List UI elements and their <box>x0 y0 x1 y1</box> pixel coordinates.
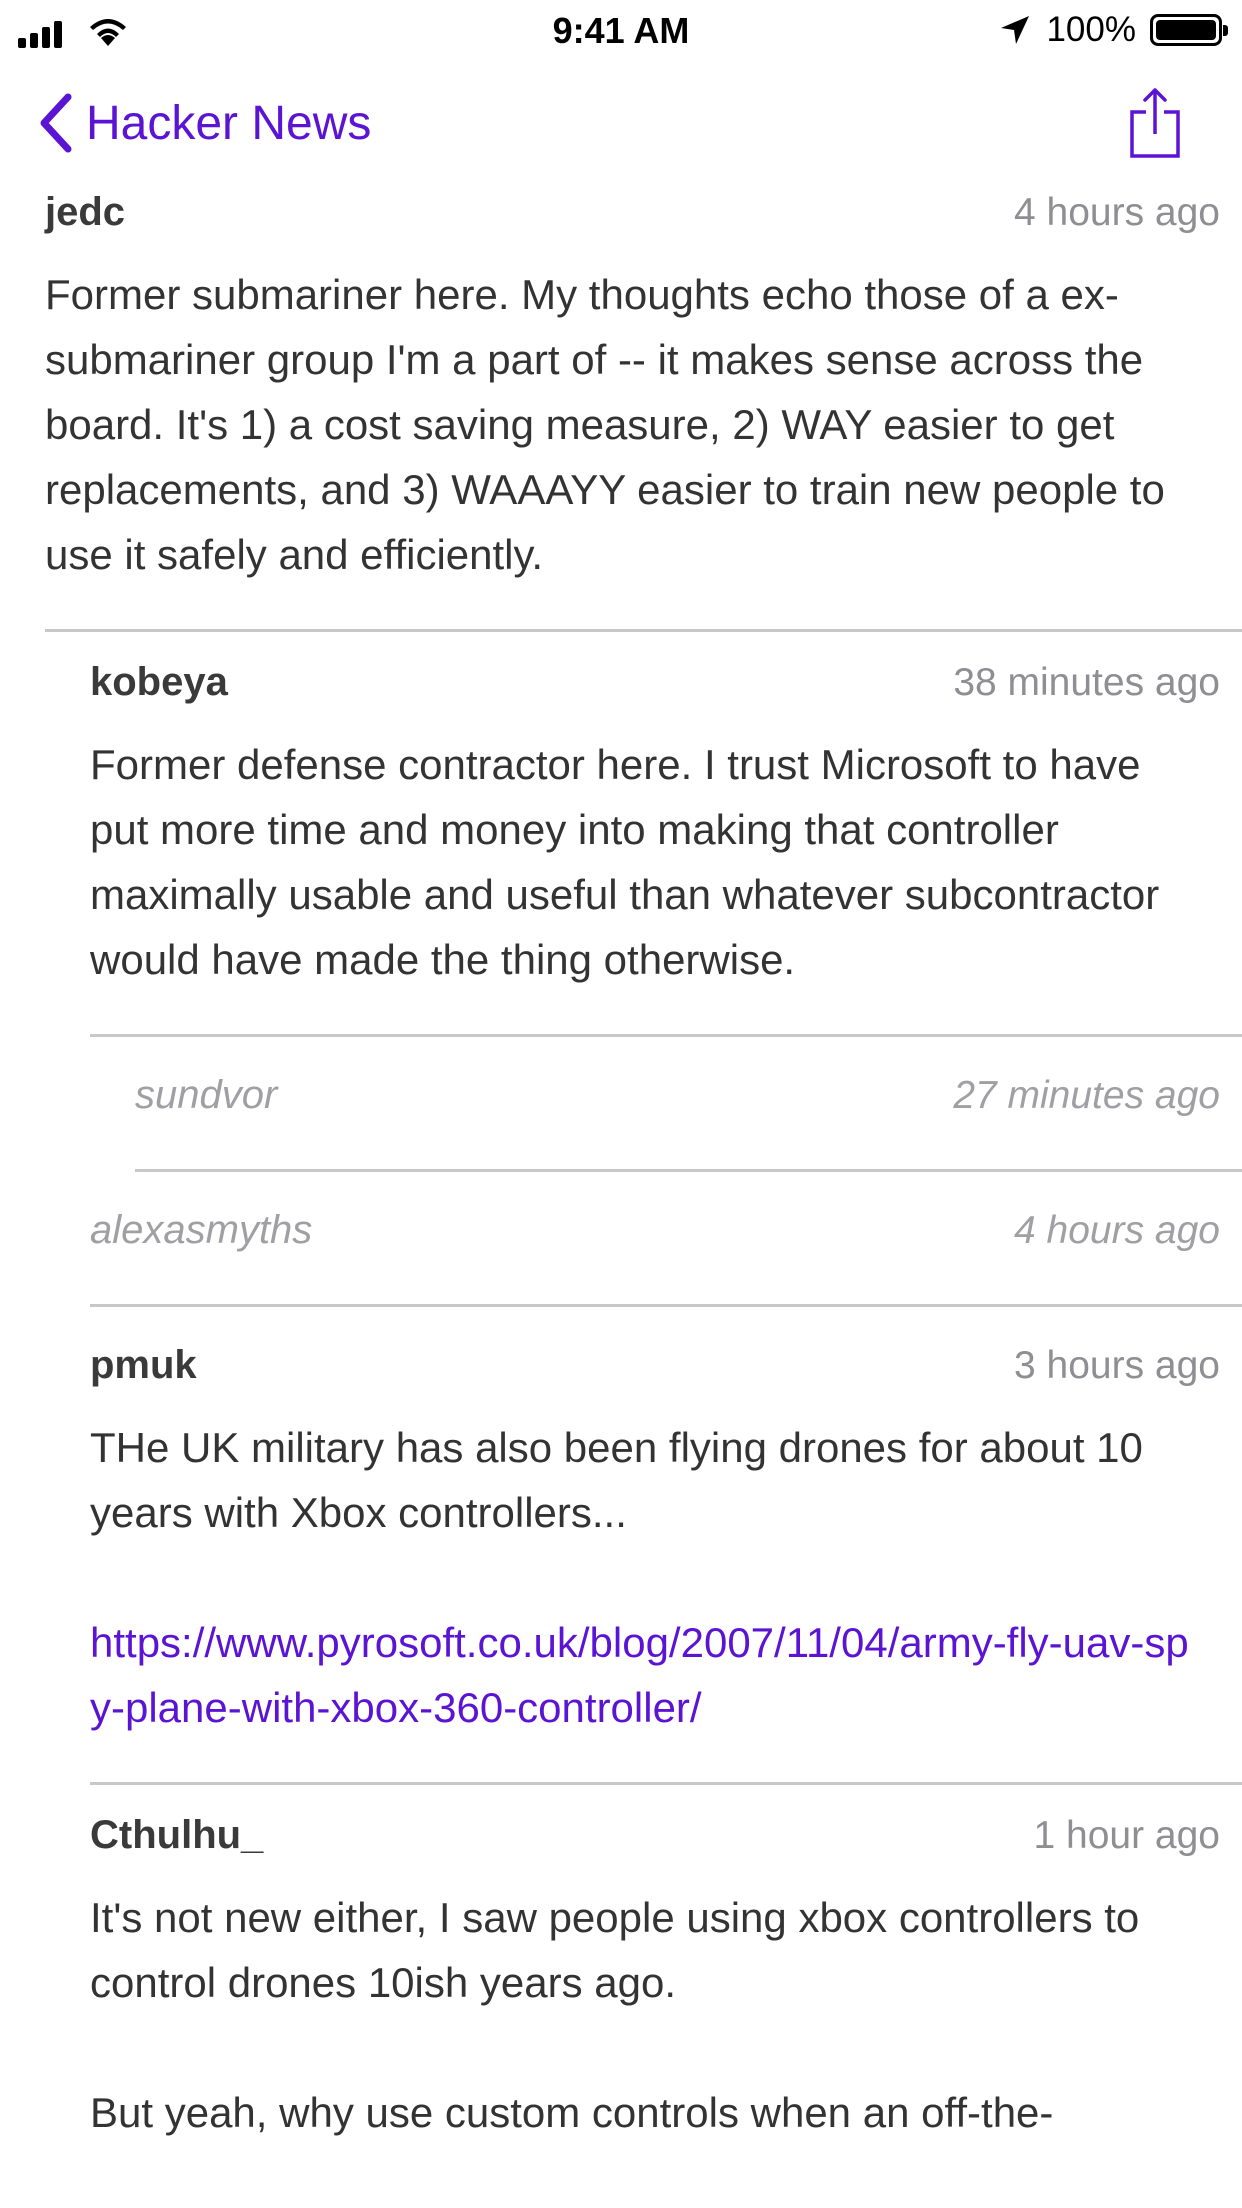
comment-pmuk[interactable]: pmuk 3 hours ago THe UK military has als… <box>90 1343 1242 1740</box>
comment-text: Former defense contractor here. I trust … <box>90 741 1160 983</box>
status-bar: 9:41 AM 100% <box>0 0 1242 60</box>
battery-fill <box>1156 20 1216 40</box>
comment-author[interactable]: Cthulhu_ <box>90 1813 263 1858</box>
comment-divider <box>90 1304 1242 1307</box>
comment-header: sundvor 27 minutes ago <box>135 1073 1242 1135</box>
comment-text: It's not new either, I saw people using … <box>90 1894 1140 2006</box>
comment-text: THe UK military has also been flying dro… <box>90 1424 1143 1536</box>
comment-time: 27 minutes ago <box>953 1074 1220 1117</box>
comment-text: Former submariner here. My thoughts echo… <box>45 271 1165 578</box>
back-button[interactable]: Hacker News <box>36 88 371 158</box>
navigation-bar: Hacker News <box>0 60 1242 190</box>
comment-divider <box>90 1034 1242 1037</box>
status-bar-right: 100% <box>998 10 1228 50</box>
comment-body: Former submariner here. My thoughts echo… <box>45 262 1242 587</box>
comment-body: It's not new either, I saw people using … <box>90 1885 1242 2145</box>
location-arrow-icon <box>1001 16 1030 44</box>
comment-body: THe UK military has also been flying dro… <box>90 1415 1242 1740</box>
back-button-label: Hacker News <box>86 96 372 150</box>
comment-divider <box>135 1169 1242 1172</box>
comment-cthulhu[interactable]: Cthulhu_ 1 hour ago It's not new either,… <box>90 1813 1242 2145</box>
comment-author[interactable]: pmuk <box>90 1343 197 1388</box>
comment-text: But yeah, why use custom controls when a… <box>90 2089 1054 2136</box>
comment-header: alexasmyths 4 hours ago <box>90 1208 1242 1270</box>
comment-alexasmyths-collapsed[interactable]: alexasmyths 4 hours ago <box>90 1208 1242 1270</box>
comment-time: 1 hour ago <box>1033 1814 1221 1857</box>
comment-header: pmuk 3 hours ago <box>90 1343 1242 1405</box>
comment-author[interactable]: jedc <box>45 190 125 235</box>
comment-header: kobeya 38 minutes ago <box>90 660 1242 722</box>
comment-header: jedc 4 hours ago <box>45 190 1242 252</box>
comment-link[interactable]: https://www.pyrosoft.co.uk/blog/2007/11/… <box>90 1619 1189 1731</box>
chevron-left-icon <box>40 93 72 153</box>
comment-sundvor-collapsed[interactable]: sundvor 27 minutes ago <box>135 1073 1242 1135</box>
comment-time: 4 hours ago <box>1014 1209 1220 1252</box>
comment-author[interactable]: sundvor <box>135 1073 277 1118</box>
comment-divider <box>90 1782 1242 1785</box>
comment-time: 3 hours ago <box>1014 1344 1220 1387</box>
comment-author[interactable]: kobeya <box>90 660 228 705</box>
comment-time: 38 minutes ago <box>953 661 1220 704</box>
comment-body: Former defense contractor here. I trust … <box>90 732 1242 992</box>
comment-author[interactable]: alexasmyths <box>90 1208 312 1253</box>
battery-percent: 100% <box>1046 10 1136 49</box>
share-icon[interactable] <box>1128 86 1182 160</box>
comment-divider <box>45 629 1242 632</box>
comments-screen: 9:41 AM 100% Hacker News jedc 4 hours ag… <box>0 0 1242 2208</box>
comment-thread: jedc 4 hours ago Former submariner here.… <box>0 190 1242 2145</box>
battery-icon <box>1150 14 1228 46</box>
comment-jedc[interactable]: jedc 4 hours ago Former submariner here.… <box>45 190 1242 587</box>
comment-time: 4 hours ago <box>1014 191 1220 234</box>
comment-kobeya[interactable]: kobeya 38 minutes ago Former defense con… <box>90 660 1242 992</box>
comment-header: Cthulhu_ 1 hour ago <box>90 1813 1242 1875</box>
